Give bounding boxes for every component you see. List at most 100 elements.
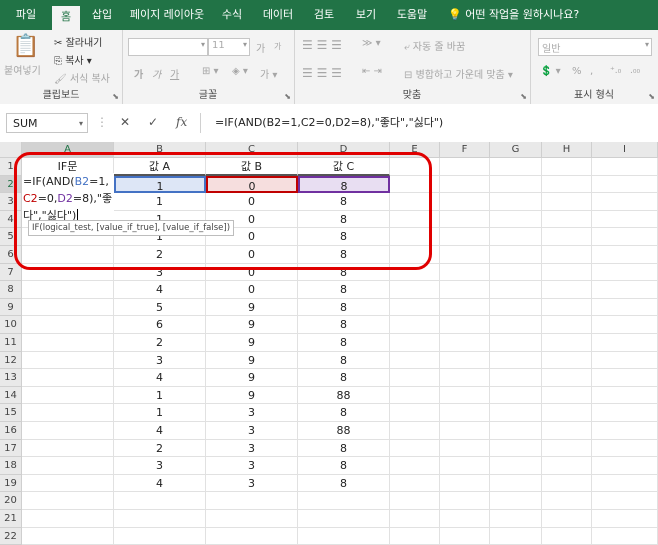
copy-button[interactable]: ⎘ 복사 ▾ — [54, 52, 92, 67]
paste-icon[interactable]: 📋 — [12, 34, 39, 59]
cell-g11[interactable] — [490, 334, 542, 352]
column-header-g[interactable]: G — [490, 142, 542, 158]
cell-h7[interactable] — [542, 263, 592, 282]
cell-b14[interactable]: 1 — [114, 386, 206, 405]
cell-f3[interactable] — [440, 193, 490, 211]
cell-i17[interactable] — [592, 439, 658, 458]
cell-h11[interactable] — [542, 334, 592, 352]
cell-h9[interactable] — [542, 298, 592, 317]
cell-i19[interactable] — [592, 474, 658, 493]
cell-c22[interactable] — [206, 527, 298, 545]
cell-a10[interactable] — [22, 316, 114, 334]
cell-i13[interactable] — [592, 369, 658, 387]
cell-e17[interactable] — [390, 439, 440, 458]
cell-e13[interactable] — [390, 369, 440, 387]
cell-d21[interactable] — [298, 510, 390, 528]
row-header-14[interactable]: 14 — [0, 386, 22, 405]
cell-d15[interactable]: 8 — [298, 404, 390, 422]
tab-file[interactable]: 파일 — [8, 0, 44, 30]
cell-i14[interactable] — [592, 386, 658, 405]
row-header-17[interactable]: 17 — [0, 439, 22, 458]
cut-button[interactable]: ✂ 잘라내기 — [54, 34, 102, 49]
cell-g18[interactable] — [490, 457, 542, 475]
cell-c16[interactable]: 3 — [206, 422, 298, 440]
row-header-21[interactable]: 21 — [0, 510, 22, 528]
cell-h20[interactable] — [542, 492, 592, 510]
cell-a15[interactable] — [22, 404, 114, 422]
cell-i6[interactable] — [592, 246, 658, 264]
cell-h12[interactable] — [542, 351, 592, 370]
cell-e18[interactable] — [390, 457, 440, 475]
cell-i10[interactable] — [592, 316, 658, 334]
cell-b19[interactable]: 4 — [114, 474, 206, 493]
cell-h6[interactable] — [542, 246, 592, 264]
row-header-19[interactable]: 19 — [0, 474, 22, 493]
cell-b18[interactable]: 3 — [114, 457, 206, 475]
cell-g4[interactable] — [490, 210, 542, 229]
cell-a22[interactable] — [22, 527, 114, 545]
cell-c21[interactable] — [206, 510, 298, 528]
indent-icon[interactable]: ⇤ ⇥ — [362, 66, 382, 77]
row-header-18[interactable]: 18 — [0, 457, 22, 475]
tell-me-box[interactable]: 💡 어떤 작업을 원하시나요? — [448, 0, 579, 30]
cell-h1[interactable] — [542, 158, 592, 176]
cell-f15[interactable] — [440, 404, 490, 422]
cell-c9[interactable]: 9 — [206, 298, 298, 317]
cell-g19[interactable] — [490, 474, 542, 493]
cell-f7[interactable] — [440, 263, 490, 282]
italic-button[interactable]: 가 — [152, 66, 161, 81]
cell-g12[interactable] — [490, 351, 542, 370]
cell-g9[interactable] — [490, 298, 542, 317]
cell-e11[interactable] — [390, 334, 440, 352]
cell-i7[interactable] — [592, 263, 658, 282]
align-left-icon[interactable]: ☰ ☰ ☰ — [302, 66, 342, 80]
tab-review[interactable]: 검토 — [306, 0, 342, 30]
cell-f18[interactable] — [440, 457, 490, 475]
cell-h10[interactable] — [542, 316, 592, 334]
wrap-text-button[interactable]: ⤶ 자동 줄 바꿈 — [404, 38, 465, 53]
cell-g21[interactable] — [490, 510, 542, 528]
cell-f1[interactable] — [440, 158, 490, 176]
row-header-20[interactable]: 20 — [0, 492, 22, 510]
cell-e22[interactable] — [390, 527, 440, 545]
cell-f22[interactable] — [440, 527, 490, 545]
cell-d8[interactable]: 8 — [298, 281, 390, 299]
row-header-12[interactable]: 12 — [0, 351, 22, 370]
bold-button[interactable]: 가 — [134, 66, 143, 81]
cell-d20[interactable] — [298, 492, 390, 510]
cell-c12[interactable]: 9 — [206, 351, 298, 370]
cell-e14[interactable] — [390, 386, 440, 405]
cell-f13[interactable] — [440, 369, 490, 387]
cell-h21[interactable] — [542, 510, 592, 528]
cell-g1[interactable] — [490, 158, 542, 176]
fill-color-button[interactable]: ◈ ▾ — [232, 66, 248, 77]
grow-font-button[interactable]: 가 — [256, 40, 265, 55]
cell-h15[interactable] — [542, 404, 592, 422]
font-size-combo[interactable]: 11 ▾ — [208, 38, 250, 56]
cell-b15[interactable]: 1 — [114, 404, 206, 422]
formula-input[interactable]: =IF(AND(B2=1,C2=0,D2=8),"좋다","싫다") — [200, 113, 658, 133]
cell-g2[interactable] — [490, 175, 542, 194]
cell-i20[interactable] — [592, 492, 658, 510]
decimal-decrease-icon[interactable]: .₀₀ — [630, 66, 640, 76]
tab-view[interactable]: 보기 — [348, 0, 384, 30]
cell-e9[interactable] — [390, 298, 440, 317]
cell-a20[interactable] — [22, 492, 114, 510]
cell-c13[interactable]: 9 — [206, 369, 298, 387]
cell-f21[interactable] — [440, 510, 490, 528]
dialog-launcher-icon[interactable]: ⬊ — [520, 92, 527, 101]
cell-a12[interactable] — [22, 351, 114, 370]
cell-h13[interactable] — [542, 369, 592, 387]
row-header-22[interactable]: 22 — [0, 527, 22, 545]
cell-e15[interactable] — [390, 404, 440, 422]
border-button[interactable]: ⊞ ▾ — [202, 66, 219, 77]
comma-button[interactable]: , — [590, 66, 593, 77]
currency-button[interactable]: 💲 ▾ — [540, 66, 561, 77]
cell-g5[interactable] — [490, 228, 542, 246]
cell-h3[interactable] — [542, 193, 592, 211]
cell-h4[interactable] — [542, 210, 592, 229]
cell-b20[interactable] — [114, 492, 206, 510]
cell-f12[interactable] — [440, 351, 490, 370]
cell-f9[interactable] — [440, 298, 490, 317]
cell-c20[interactable] — [206, 492, 298, 510]
